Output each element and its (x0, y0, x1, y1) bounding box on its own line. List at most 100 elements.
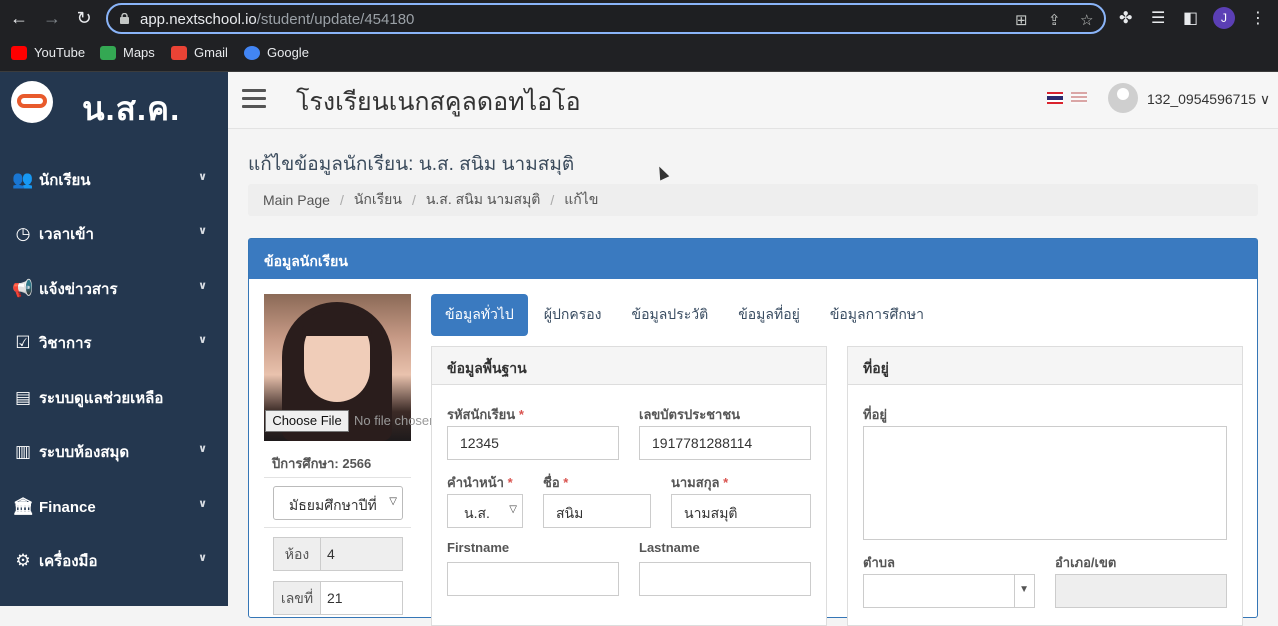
address-bar[interactable]: app.nextschool.io/student/update/454180 … (106, 3, 1106, 34)
tab-history[interactable]: ข้อมูลประวัติ (618, 294, 723, 336)
chevron-down-icon: ∨ (198, 443, 207, 455)
student-id-label: รหัสนักเรียน * (447, 407, 524, 422)
room-input[interactable]: 4 (321, 537, 403, 571)
lastname-input[interactable]: นามสมุติ (671, 494, 811, 528)
user-avatar[interactable] (1108, 83, 1138, 113)
sidebar-item-label: เวลาเข้า (39, 226, 94, 243)
sidebar-item-library[interactable]: ▥ ระบบห้องสมุด ∨ (12, 438, 212, 466)
basic-info-card: ข้อมูลพื้นฐาน รหัสนักเรียน * 12345 เลขบั… (431, 346, 827, 626)
breadcrumb-students[interactable]: นักเรียน (354, 189, 402, 211)
chevron-down-icon: ∨ (198, 225, 207, 237)
school-name: โรงเรียนเนกสคูลดอทไอโอ (296, 88, 581, 116)
tab-address[interactable]: ข้อมูลที่อยู่ (724, 294, 814, 336)
page-title: แก้ไขข้อมูลนักเรียน: น.ส. สนิม นามสมุติ (248, 154, 575, 175)
national-id-label: เลขบัตรประชาชน (639, 407, 741, 422)
lock-icon (120, 13, 129, 24)
tab-guardian[interactable]: ผู้ปกครอง (530, 294, 616, 336)
maps-icon (100, 45, 116, 60)
sidebar-item-students[interactable]: 👥 นักเรียน ∨ (12, 166, 212, 194)
grade-select[interactable]: มัธยมศึกษาปีที่ ▽ (273, 486, 403, 520)
tab-general[interactable]: ข้อมูลทั่วไป (431, 294, 528, 336)
mouse-cursor (654, 164, 670, 181)
reading-list-icon[interactable]: ☰ (1151, 8, 1165, 28)
breadcrumb-student[interactable]: น.ส. สนิม นามสมุติ (426, 189, 541, 211)
owl-logo-icon[interactable] (11, 81, 53, 123)
side-panel-icon[interactable]: ◧ (1183, 8, 1198, 28)
sidebar-item-attendance[interactable]: ◷ เวลาเข้า ∨ (12, 220, 212, 248)
chevron-down-icon: ∨ (198, 498, 207, 510)
sidebar-item-tools[interactable]: ⚙ เครื่องมือ ∨ (12, 547, 212, 575)
sidebar-item-label: ระบบห้องสมุด (39, 444, 130, 461)
address-card: ที่อยู่ ที่อยู่ ตำบล ▼ อำเภอ/เขต (847, 346, 1243, 626)
star-icon[interactable]: ☆ (1080, 11, 1093, 29)
academic-year: ปีการศึกษา: 2566 (272, 456, 372, 471)
back-icon[interactable]: ← (8, 7, 30, 29)
number-label: เลขที่ (273, 581, 321, 615)
chevron-down-icon: ∨ (198, 552, 207, 564)
gmail-icon (171, 45, 187, 60)
profile-avatar[interactable]: J (1213, 7, 1235, 29)
tab-education[interactable]: ข้อมูลการศึกษา (816, 294, 938, 336)
megaphone-icon: 📢 (12, 279, 34, 298)
bookmark-label: Google (267, 45, 309, 60)
subdistrict-select[interactable]: ▼ (863, 574, 1035, 608)
bookmark-google[interactable]: Google (244, 45, 309, 60)
number-input[interactable]: 21 (321, 581, 403, 615)
id-card-icon: ▤ (14, 388, 32, 407)
sidebar-item-label: ระบบดูแลช่วยเหลือ (39, 390, 164, 407)
forward-icon[interactable]: → (41, 7, 63, 29)
no-file-text: No file chosen (354, 413, 432, 428)
prefix-label: คำนำหน้า * (447, 475, 513, 490)
address-label: ที่อยู่ (863, 407, 887, 422)
clock-icon: ◷ (15, 224, 31, 243)
user-menu[interactable]: 132_0954596715 ∨ (1147, 91, 1270, 108)
prefix-select[interactable]: น.ส. ▽ (447, 494, 523, 528)
extensions-icon[interactable]: ✤ (1119, 8, 1132, 28)
calendar-check-icon: ☑ (15, 333, 31, 352)
student-id-input[interactable]: 12345 (447, 426, 619, 460)
divider (264, 477, 411, 478)
bookmark-gmail[interactable]: Gmail (171, 45, 228, 60)
breadcrumb-home[interactable]: Main Page (263, 192, 330, 208)
reload-icon[interactable]: ↻ (73, 7, 95, 29)
sidebar-item-label: แจ้งข่าวสาร (39, 281, 118, 298)
chevron-down-icon: ∨ (198, 171, 207, 183)
google-icon (244, 45, 260, 60)
chevron-down-icon: ∨ (198, 280, 207, 292)
sidebar-item-label: Finance (39, 498, 96, 516)
us-flag-icon[interactable] (1071, 92, 1087, 104)
firstname-input[interactable]: สนิม (543, 494, 651, 528)
address-textarea[interactable] (863, 426, 1227, 540)
hamburger-menu-icon[interactable] (242, 89, 266, 109)
book-icon: ▥ (14, 442, 32, 461)
chip-icon: ⚙ (15, 551, 31, 570)
share-icon[interactable]: ⇪ (1048, 11, 1061, 29)
firstname-en-input[interactable] (447, 562, 619, 596)
lastname-en-input[interactable] (639, 562, 811, 596)
translate-icon[interactable]: ⊞ (1015, 11, 1028, 29)
sidebar-item-support[interactable]: ▤ ระบบดูแลช่วยเหลือ (12, 384, 212, 412)
youtube-icon (11, 45, 27, 60)
bookmark-youtube[interactable]: YouTube (11, 45, 85, 60)
choose-file-button[interactable]: Choose File (265, 410, 349, 432)
sidebar-item-finance[interactable]: 🏛 Finance ∨ (12, 493, 212, 521)
sidebar-item-academic[interactable]: ☑ วิชาการ ∨ (12, 329, 212, 357)
thai-flag-icon[interactable] (1047, 92, 1063, 104)
bookmark-maps[interactable]: Maps (100, 45, 155, 60)
firstname-en-label: Firstname (447, 540, 510, 555)
more-icon[interactable]: ⋮ (1250, 8, 1266, 28)
url-text: app.nextschool.io/student/update/454180 (140, 11, 415, 28)
sidebar-item-label: นักเรียน (39, 172, 91, 189)
breadcrumb-current: แก้ไข (564, 191, 599, 207)
chevron-down-icon: ∨ (1259, 91, 1271, 107)
chevron-down-icon: ▼ (1019, 584, 1029, 595)
firstname-label: ชื่อ * (543, 475, 569, 490)
lastname-label: นามสกุล * (671, 475, 729, 490)
national-id-input[interactable]: 1917781288114 (639, 426, 811, 460)
brand-name[interactable]: น.ส.ค. (82, 82, 180, 135)
prefix-value: น.ส. (464, 505, 490, 521)
sidebar-item-announcements[interactable]: 📢 แจ้งข่าวสาร ∨ (12, 275, 212, 303)
tab-bar: ข้อมูลทั่วไป ผู้ปกครอง ข้อมูลประวัติ ข้อ… (431, 294, 940, 336)
bookmark-label: YouTube (34, 45, 86, 60)
room-label: ห้อง (273, 537, 321, 571)
